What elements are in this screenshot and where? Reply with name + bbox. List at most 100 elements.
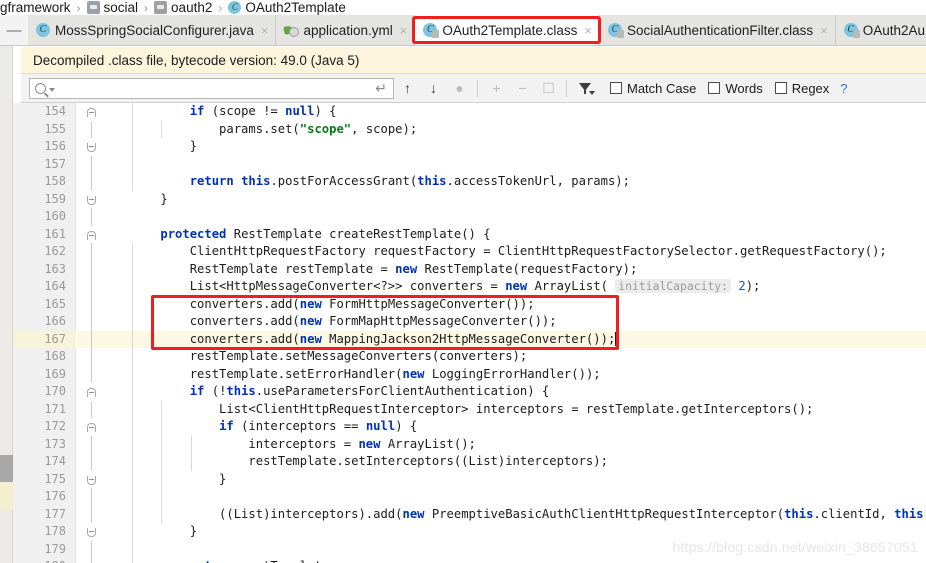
find-previous-button[interactable]: ↑ <box>395 77 420 99</box>
fold-expand-icon[interactable] <box>87 195 96 205</box>
checkbox-regex[interactable]: Regex <box>774 81 829 96</box>
fold-gutter-cell[interactable] <box>75 348 109 366</box>
find-toolbar[interactable]: ↵ ↑ ↓ ● + − ☐ Match Case Words Regex ? <box>21 74 926 103</box>
fold-gutter-cell[interactable] <box>75 191 109 209</box>
fold-collapse-icon[interactable] <box>87 230 96 240</box>
code-line[interactable]: 167 converters.add(new MappingJackson2Ht… <box>13 330 926 349</box>
fold-gutter-cell[interactable] <box>75 540 109 558</box>
code-line[interactable]: 175 } <box>13 470 926 489</box>
code-line[interactable]: 174 restTemplate.setInterceptors((List)i… <box>13 453 926 471</box>
editor-tab-1[interactable]: application.yml × <box>276 15 416 45</box>
breadcrumb-item-oauth2template[interactable]: C OAuth2Template <box>228 0 346 15</box>
fold-gutter-cell[interactable] <box>75 260 109 278</box>
checkbox-match-case[interactable]: Match Case <box>610 81 696 96</box>
fold-gutter-cell[interactable] <box>75 453 109 471</box>
checkbox-box[interactable] <box>774 82 787 94</box>
code-line[interactable]: 180 return restTemplate; <box>13 558 926 563</box>
code-line[interactable]: 160 <box>13 208 926 226</box>
close-icon[interactable]: × <box>820 24 828 37</box>
fold-gutter-cell[interactable] <box>75 138 109 156</box>
code-line[interactable]: 164 List<HttpMessageConverter<?>> conver… <box>13 278 926 296</box>
fold-collapse-icon[interactable] <box>87 423 96 432</box>
fold-expand-icon[interactable] <box>87 475 96 485</box>
fold-gutter-cell[interactable] <box>75 173 109 191</box>
editor-tab-0[interactable]: C MossSpringSocialConfigurer.java × <box>28 15 277 45</box>
fold-gutter-cell[interactable] <box>75 243 109 261</box>
breadcrumb-item-gframework[interactable]: gframework <box>0 0 71 15</box>
select-all-occurrences-button[interactable]: ● <box>447 77 472 99</box>
close-icon[interactable]: × <box>584 24 592 37</box>
fold-gutter-cell[interactable] <box>75 295 109 313</box>
fold-gutter-cell[interactable] <box>75 226 109 244</box>
checkbox-box[interactable] <box>610 82 622 94</box>
code-line[interactable]: 173 interceptors = new ArrayList(); <box>13 435 926 453</box>
add-selection-icon[interactable]: + <box>484 77 509 99</box>
code-line[interactable]: 170 if (!this.useParametersForClientAuth… <box>13 383 926 401</box>
code-line[interactable]: 165 converters.add(new FormHttpMessageCo… <box>13 295 926 313</box>
breadcrumb[interactable]: gframework › social › oauth2 › C OAuth2Template <box>0 0 926 15</box>
breadcrumb-item-oauth2[interactable]: oauth2 <box>154 0 212 15</box>
fold-gutter-cell[interactable] <box>75 208 109 226</box>
fold-expand-icon[interactable] <box>87 528 96 537</box>
remove-selection-icon[interactable]: − <box>510 77 535 99</box>
enter-icon[interactable]: ↵ <box>375 80 387 97</box>
code-line[interactable]: 156 } <box>13 138 926 156</box>
collapse-tabs-button[interactable]: — <box>0 15 28 45</box>
fold-gutter-cell[interactable] <box>75 155 109 173</box>
help-link[interactable]: ? <box>840 81 847 96</box>
code-line-text: converters.add(new MappingJackson2HttpMe… <box>109 331 617 349</box>
fold-gutter-cell[interactable] <box>75 383 109 401</box>
code-line[interactable]: 157 <box>13 155 926 173</box>
search-field[interactable]: ↵ <box>29 77 394 99</box>
fold-collapse-icon[interactable] <box>87 388 96 397</box>
fold-gutter-cell[interactable] <box>75 558 109 563</box>
checkbox-words[interactable]: Words <box>708 81 763 96</box>
left-tool-window-strip[interactable] <box>0 46 13 563</box>
find-next-button[interactable]: ↓ <box>421 77 446 99</box>
select-all-icon[interactable]: ☐ <box>536 77 561 99</box>
code-line[interactable]: 162 ClientHttpRequestFactory requestFact… <box>13 243 926 261</box>
fold-gutter-cell[interactable] <box>75 505 109 523</box>
fold-gutter-cell[interactable] <box>75 365 109 383</box>
scroll-thumb-marker[interactable] <box>0 455 13 482</box>
close-icon[interactable]: × <box>261 24 269 37</box>
fold-gutter-cell[interactable] <box>75 120 109 138</box>
editor-tab-2[interactable]: C OAuth2Template.class × <box>415 15 601 45</box>
code-text-area[interactable]: 154 if (scope != null) {155 params.set("… <box>13 103 926 563</box>
code-line[interactable]: 177 ((List)interceptors).add(new Preempt… <box>13 505 926 523</box>
fold-collapse-icon[interactable] <box>87 108 96 117</box>
code-line[interactable]: 166 converters.add(new FormMapHttpMessag… <box>13 313 926 331</box>
code-line[interactable]: 158 return this.postForAccessGrant(this.… <box>13 173 926 191</box>
code-line[interactable]: 176 <box>13 488 926 506</box>
code-line[interactable]: 154 if (scope != null) { <box>13 103 926 121</box>
close-icon[interactable]: × <box>400 24 408 37</box>
search-input[interactable] <box>55 80 376 96</box>
editor-tab-3[interactable]: C SocialAuthenticationFilter.class × <box>600 15 836 45</box>
code-line[interactable]: 161 protected RestTemplate createRestTem… <box>13 226 926 244</box>
code-line[interactable]: 171 List<ClientHttpRequestInterceptor> i… <box>13 400 926 418</box>
fold-expand-icon[interactable] <box>87 143 96 152</box>
fold-gutter-cell[interactable] <box>75 330 109 348</box>
fold-gutter-cell[interactable] <box>75 103 109 121</box>
fold-gutter-cell[interactable] <box>75 523 109 541</box>
checkbox-box[interactable] <box>708 82 721 94</box>
fold-gutter-cell[interactable] <box>75 488 109 506</box>
fold-gutter-cell[interactable] <box>75 278 109 296</box>
code-editor[interactable]: 154 if (scope != null) {155 params.set("… <box>13 103 926 563</box>
fold-gutter-cell[interactable] <box>75 435 109 453</box>
code-line[interactable]: 168 restTemplate.setMessageConverters(co… <box>13 348 926 366</box>
breadcrumb-item-social[interactable]: social <box>86 0 138 15</box>
code-line[interactable]: 155 params.set("scope", scope); <box>13 120 926 138</box>
code-line[interactable]: 169 restTemplate.setErrorHandler(new Log… <box>13 365 926 383</box>
code-line[interactable]: 159 } <box>13 191 926 209</box>
filter-button[interactable] <box>573 77 598 99</box>
code-line[interactable]: 178 } <box>13 523 926 541</box>
editor-tab-4[interactable]: C OAuth2Au <box>835 15 926 45</box>
editor-tab-bar[interactable]: — C MossSpringSocialConfigurer.java × appli… <box>0 15 926 46</box>
fold-gutter-cell[interactable] <box>75 418 109 436</box>
code-line[interactable]: 163 RestTemplate restTemplate = new Rest… <box>13 260 926 278</box>
fold-gutter-cell[interactable] <box>75 313 109 331</box>
fold-gutter-cell[interactable] <box>75 471 109 489</box>
fold-gutter-cell[interactable] <box>75 400 109 418</box>
code-line[interactable]: 172 if (interceptors == null) { <box>13 418 926 436</box>
